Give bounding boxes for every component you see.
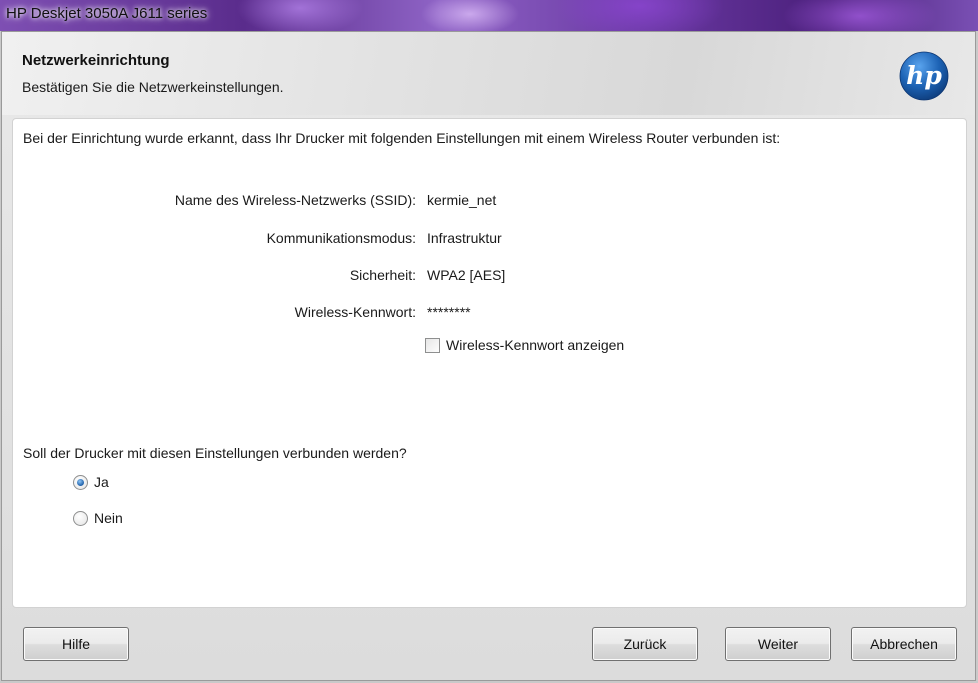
intro-text: Bei der Einrichtung wurde erkannt, dass … xyxy=(23,130,781,146)
help-button[interactable]: Hilfe xyxy=(23,627,129,661)
checkbox-label: Wireless-Kennwort anzeigen xyxy=(446,337,625,353)
content-panel: Bei der Einrichtung wurde erkannt, dass … xyxy=(12,118,967,608)
dialog-header: Netzwerkeinrichtung Bestätigen Sie die N… xyxy=(2,32,975,115)
radio-button[interactable] xyxy=(73,474,88,490)
setting-value: WPA2 [AES] xyxy=(427,267,506,283)
hp-logo-icon: hp xyxy=(899,51,949,101)
page-subtitle: Bestätigen Sie die Netzwerkeinstellungen… xyxy=(22,79,284,95)
radio-button[interactable] xyxy=(73,510,88,526)
page-title: Netzwerkeinrichtung xyxy=(22,52,170,69)
show-password-checkbox[interactable]: Wireless-Kennwort anzeigen xyxy=(425,335,624,355)
setting-row-ssid: Name des Wireless-Netzwerks (SSID): kerm… xyxy=(13,192,913,212)
confirm-question: Soll der Drucker mit diesen Einstellunge… xyxy=(23,445,407,461)
title-bar[interactable]: HP Deskjet 3050A J611 series xyxy=(0,0,978,31)
back-button[interactable]: Zurück xyxy=(592,627,698,661)
setting-row-security: Sicherheit: WPA2 [AES] xyxy=(13,267,913,287)
cancel-button[interactable]: Abbrechen xyxy=(851,627,957,661)
setting-label: Sicherheit: xyxy=(349,267,416,283)
radio-label: Nein xyxy=(94,510,123,526)
setting-value: Infrastruktur xyxy=(427,230,502,246)
setting-label: Kommunikationsmodus: xyxy=(266,230,416,246)
svg-text:hp: hp xyxy=(906,61,942,90)
setting-label: Wireless-Kennwort: xyxy=(294,304,416,320)
setting-row-mode: Kommunikationsmodus: Infrastruktur xyxy=(13,230,913,250)
setting-value: ******** xyxy=(427,304,471,320)
radio-label: Ja xyxy=(94,474,109,490)
window-title: HP Deskjet 3050A J611 series xyxy=(6,5,208,22)
setting-row-password: Wireless-Kennwort: ******** xyxy=(13,304,913,324)
setting-label: Name des Wireless-Netzwerks (SSID): xyxy=(174,192,416,208)
radio-yes[interactable]: Ja xyxy=(73,472,109,492)
radio-no[interactable]: Nein xyxy=(73,508,123,528)
setup-dialog: Netzwerkeinrichtung Bestätigen Sie die N… xyxy=(1,31,976,681)
checkbox-box[interactable] xyxy=(425,337,440,353)
next-button[interactable]: Weiter xyxy=(725,627,831,661)
setting-value: kermie_net xyxy=(427,192,497,208)
